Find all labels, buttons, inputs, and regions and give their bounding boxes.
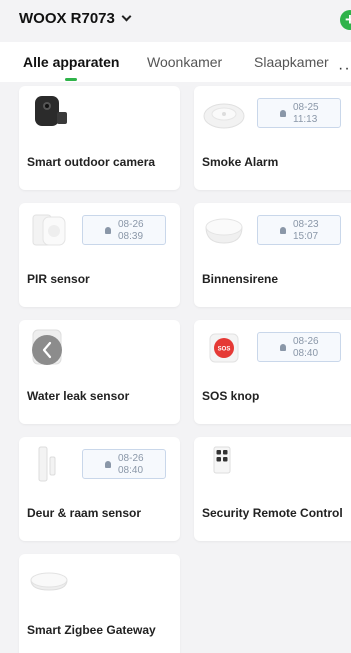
bell-icon <box>105 461 111 468</box>
device-name: PIR sensor <box>27 272 90 286</box>
alarm-time: 15:07 <box>293 231 319 242</box>
alarm-time: 08:40 <box>118 465 144 476</box>
bell-icon <box>280 110 286 117</box>
sos-icon-text: SOS <box>218 347 231 353</box>
alarm-time: 11:13 <box>293 114 318 125</box>
alarm-date: 08-26 <box>118 453 144 464</box>
device-card-water-leak-sensor[interactable]: Water leak sensor <box>19 320 180 424</box>
device-name: Smart Zigbee Gateway <box>27 623 156 637</box>
home-title: WOOX R7073 <box>19 10 115 27</box>
alarm-time: 08:40 <box>293 348 319 359</box>
device-name: Binnensirene <box>202 272 279 286</box>
add-device-button[interactable]: + <box>340 10 351 30</box>
remote-control-icon <box>213 446 231 474</box>
gateway-icon <box>30 572 68 591</box>
active-tab-indicator <box>65 78 77 81</box>
camera-icon <box>35 96 67 126</box>
device-name: Smart outdoor camera <box>27 155 156 169</box>
top-bar: WOOX R7073 + <box>0 0 351 40</box>
last-alarm-badge: 08-26 08:39 <box>82 215 166 245</box>
device-name: Water leak sensor <box>27 389 130 403</box>
door-window-sensor-icon <box>38 446 56 482</box>
home-selector[interactable]: WOOX R7073 <box>19 10 132 27</box>
device-card-pir-sensor[interactable]: 08-26 08:39 PIR sensor <box>19 203 180 307</box>
device-name: Security Remote Control <box>202 506 343 520</box>
bell-icon <box>105 227 111 234</box>
siren-icon <box>205 218 243 244</box>
alarm-date: 08-26 <box>118 219 144 230</box>
device-card-deur-raam-sensor[interactable]: 08-26 08:40 Deur & raam sensor <box>19 437 180 541</box>
tab-alle-apparaten[interactable]: Alle apparaten <box>23 54 119 70</box>
more-icon[interactable]: ·· <box>338 60 351 78</box>
chevron-down-icon <box>121 11 132 22</box>
device-name: Smoke Alarm <box>202 155 279 169</box>
device-card-smart-zigbee-gateway[interactable]: Smart Zigbee Gateway <box>19 554 180 653</box>
device-card-sos-knop[interactable]: SOS 08-26 08:40 SOS knop <box>194 320 351 424</box>
last-alarm-badge: 08-26 08:40 <box>82 449 166 479</box>
tab-slaapkamer[interactable]: Slaapkamer <box>254 54 329 70</box>
device-card-smart-outdoor-camera[interactable]: Smart outdoor camera <box>19 86 180 190</box>
alarm-date: 08-26 <box>293 336 319 347</box>
alarm-date: 08-25 <box>293 102 319 113</box>
device-name: SOS knop <box>202 389 260 403</box>
device-card-smoke-alarm[interactable]: 08-25 11:13 Smoke Alarm <box>194 86 351 190</box>
tab-woonkamer[interactable]: Woonkamer <box>147 54 222 70</box>
bell-icon <box>280 344 286 351</box>
device-name: Deur & raam sensor <box>27 506 142 520</box>
device-card-binnensirene[interactable]: 08-23 15:07 Binnensirene <box>194 203 351 307</box>
smoke-alarm-icon <box>203 103 245 129</box>
alarm-date: 08-23 <box>293 219 319 230</box>
last-alarm-badge: 08-25 11:13 <box>257 98 341 128</box>
room-tabs: Alle apparaten Woonkamer Slaapkamer ·· <box>0 42 351 82</box>
bell-icon <box>280 227 286 234</box>
last-alarm-badge: 08-23 15:07 <box>257 215 341 245</box>
alarm-time: 08:39 <box>118 231 144 242</box>
pir-sensor-icon <box>32 214 66 246</box>
last-alarm-badge: 08-26 08:40 <box>257 332 341 362</box>
sos-button-icon: SOS <box>209 333 239 363</box>
device-card-security-remote-control[interactable]: Security Remote Control <box>194 437 351 541</box>
water-leak-sensor-icon <box>32 329 62 365</box>
